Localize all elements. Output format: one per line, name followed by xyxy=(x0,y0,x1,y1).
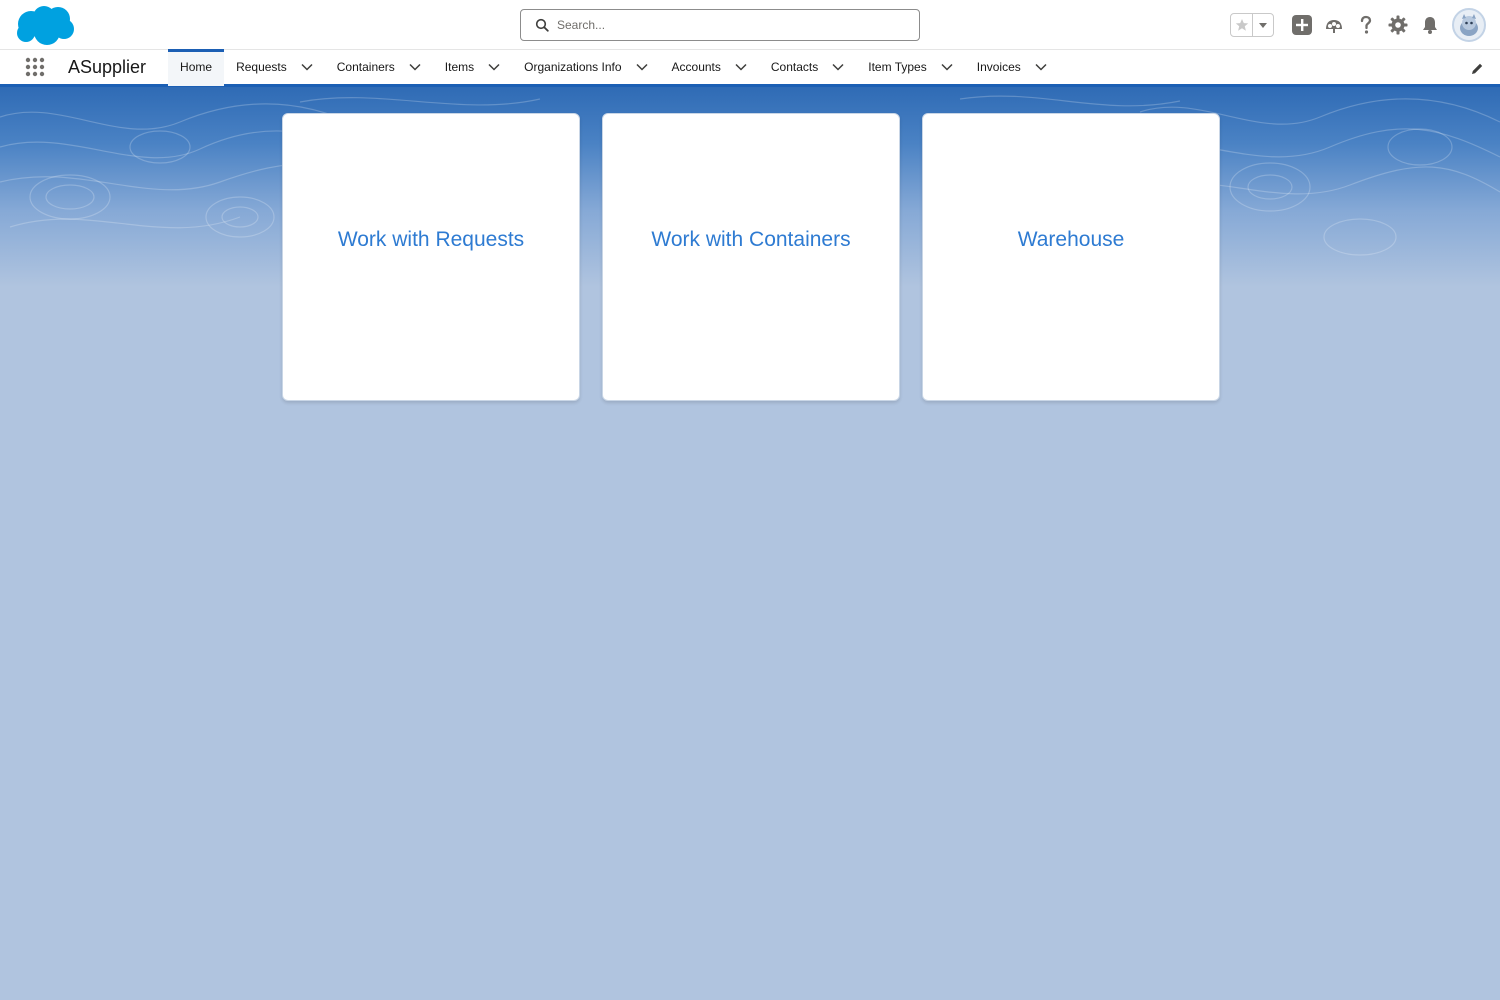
favorites-group xyxy=(1230,13,1274,37)
favorites-star-icon[interactable] xyxy=(1231,14,1252,36)
tile-label: Work with Requests xyxy=(337,228,525,251)
global-actions-icon[interactable] xyxy=(1286,9,1318,41)
nav-item-item-types[interactable]: Item Types xyxy=(856,49,964,86)
tile-warehouse[interactable]: Warehouse xyxy=(922,113,1220,401)
trailhead-icon[interactable] xyxy=(1318,9,1350,41)
nav-item-contacts[interactable]: Contacts xyxy=(759,49,856,86)
app-name: ASupplier xyxy=(68,56,147,77)
chevron-down-icon[interactable] xyxy=(832,63,844,71)
tile-label: Warehouse xyxy=(1017,228,1125,251)
nav-item-requests[interactable]: Requests xyxy=(224,49,325,86)
nav-item-label: Organizations Info xyxy=(524,60,622,74)
nav-item-containers[interactable]: Containers xyxy=(325,49,433,86)
nav-item-label: Items xyxy=(444,60,475,74)
chevron-down-icon[interactable] xyxy=(735,63,747,71)
tile-label: Work with Containers xyxy=(651,228,851,251)
salesforce-logo[interactable] xyxy=(14,4,76,46)
nav-item-invoices[interactable]: Invoices xyxy=(965,49,1059,86)
nav-item-organizations-info[interactable]: Organizations Info xyxy=(512,49,659,86)
user-avatar[interactable] xyxy=(1452,8,1486,42)
nav-item-label: Contacts xyxy=(770,60,819,74)
global-header xyxy=(0,0,1500,50)
nav-item-home[interactable]: Home xyxy=(168,48,225,86)
search-input[interactable] xyxy=(557,12,897,38)
tile-work-with-requests[interactable]: Work with Requests xyxy=(282,113,580,401)
notifications-bell-icon[interactable] xyxy=(1414,9,1446,41)
nav-item-items[interactable]: Items xyxy=(433,49,512,86)
chevron-down-icon[interactable] xyxy=(1035,63,1047,71)
nav-item-label: Item Types xyxy=(868,60,927,74)
nav-item-accounts[interactable]: Accounts xyxy=(660,49,759,86)
edit-nav-pencil-icon[interactable] xyxy=(1468,60,1486,78)
help-icon[interactable] xyxy=(1350,9,1382,41)
chevron-down-icon[interactable] xyxy=(636,63,648,71)
chevron-down-icon[interactable] xyxy=(409,63,421,71)
home-tiles: Work with Requests Work with Containers … xyxy=(282,113,1222,403)
app-launcher-waffle-icon[interactable] xyxy=(12,49,58,86)
navigation-bar: ASupplier Home Requests Containers Items… xyxy=(0,48,1500,87)
chevron-down-icon[interactable] xyxy=(301,63,313,71)
nav-item-label: Requests xyxy=(236,60,287,74)
nav-item-label: Home xyxy=(180,60,213,74)
setup-gear-icon[interactable] xyxy=(1382,9,1414,41)
global-search[interactable] xyxy=(520,9,920,41)
chevron-down-icon[interactable] xyxy=(941,63,953,71)
nav-item-label: Containers xyxy=(336,60,395,74)
search-icon xyxy=(535,18,549,32)
header-actions xyxy=(1230,6,1486,44)
nav-items: Home Requests Containers Items Organizat… xyxy=(168,48,1059,86)
favorites-menu-icon[interactable] xyxy=(1252,14,1273,36)
chevron-down-icon[interactable] xyxy=(488,63,500,71)
tile-work-with-containers[interactable]: Work with Containers xyxy=(602,113,900,401)
nav-item-label: Invoices xyxy=(976,60,1021,74)
nav-item-label: Accounts xyxy=(671,60,721,74)
